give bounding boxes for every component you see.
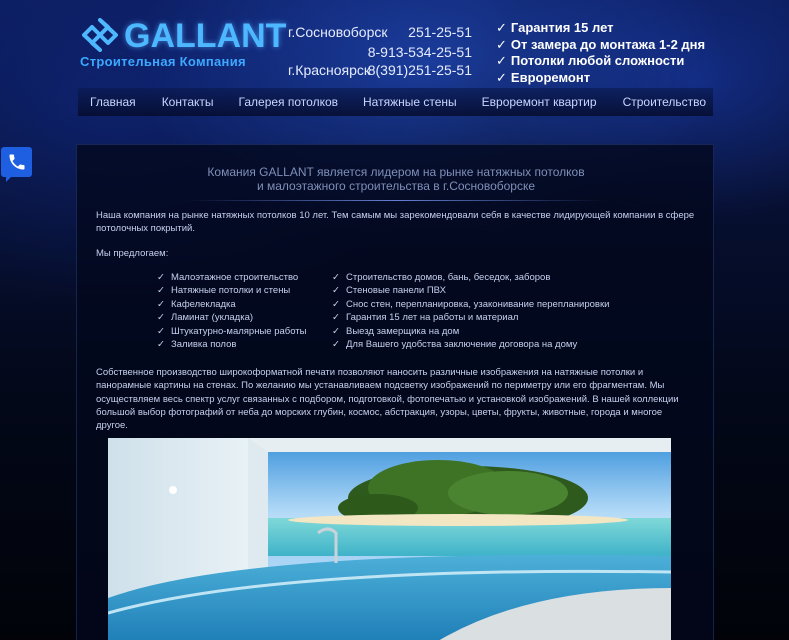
offers-list-right: ✓ Строительство домов, бань, беседок, заб… [332, 271, 609, 351]
brand-subtitle: Строительная Компания [80, 54, 246, 69]
list-item: ✓ Выезд замерщика на дом [332, 325, 460, 337]
callback-button-tail [6, 176, 12, 182]
check-icon: ✓ [157, 312, 165, 324]
city-sosnovoborsk: г.Сосновоборск [288, 24, 388, 40]
offers-list-left: ✓ Малоэтажное строительство ✓ Натяжные пот… [157, 271, 306, 351]
check-icon: ✓ [157, 325, 165, 337]
check-icon: ✓ [332, 285, 340, 297]
nav-ceiling-gallery[interactable]: Галерея потолков [239, 88, 338, 116]
title-divider [187, 200, 605, 201]
check-icon: ✓ [496, 20, 507, 35]
pool-photo [108, 438, 671, 640]
main-content: Комания GALLANT является лидером на рынк… [76, 144, 714, 640]
intro-paragraph: Наша компания на рынке натяжных потолков… [96, 210, 695, 234]
site-header: GALLANT Строительная Компания г.Сосновоб… [0, 0, 789, 88]
list-item: ✓ Строительство домов, бань, беседок, заб… [332, 272, 551, 283]
brand-name: GALLANT [124, 17, 287, 55]
check-icon: ✓ [332, 298, 340, 310]
check-icon: ✓ [157, 285, 165, 297]
list-item: ✓ Ламинат (укладка) [157, 312, 254, 324]
nav-renovation[interactable]: Евроремонт квартир [482, 88, 597, 116]
check-icon: ✓ [332, 325, 340, 337]
gallant-logo-icon [82, 18, 118, 52]
feature-item: ✓ Потолки любой сложности [496, 53, 685, 68]
printing-paragraph: Собственное производство широкоформатной… [96, 367, 679, 432]
logo[interactable]: GALLANT Строительная Компания [80, 16, 286, 72]
nav-contacts[interactable]: Контакты [162, 88, 214, 116]
check-icon: ✓ [332, 272, 340, 283]
check-icon: ✓ [332, 312, 340, 324]
check-icon: ✓ [496, 36, 507, 52]
check-icon: ✓ [496, 53, 507, 68]
list-item: ✓ Заливка полов [157, 338, 237, 350]
check-icon: ✓ [157, 338, 165, 350]
phone-icon [9, 154, 24, 170]
city-krasnoyarsk: г.Красноярск [288, 62, 371, 78]
list-item: ✓ Для Вашего удобства заключение договора… [332, 338, 578, 350]
check-icon: ✓ [157, 298, 165, 310]
phone-krasnoyarsk[interactable]: 8(391)251-25-51 [368, 62, 472, 78]
pool-illustration [108, 438, 671, 640]
phone-mobile[interactable]: 8-913-534-25-51 [368, 44, 472, 60]
nav-stretch-walls[interactable]: Натяжные стены [363, 88, 457, 116]
list-item: ✓ Снос стен, перепланировка, узаконивание… [332, 298, 610, 310]
check-icon: ✓ [496, 69, 507, 85]
page-title: Комания GALLANT является лидером на рынк… [207, 165, 585, 193]
feature-item: ✓ Евроремонт [496, 69, 591, 85]
feature-item: ✓ От замера до монтажа 1-2 дня [496, 36, 706, 52]
feature-item: ✓ Гарантия 15 лет [496, 20, 614, 35]
nav-home[interactable]: Главная [90, 88, 136, 116]
main-nav: Главная Контакты Галерея потолков Натяжн… [78, 88, 713, 116]
phone-local[interactable]: 251-25-51 [408, 24, 472, 40]
features-list: ✓ Гарантия 15 лет ✓ От замера до монтажа 1… [496, 20, 776, 86]
contacts-block: г.Сосновоборск 251-25-51 8-913-534-25-51… [288, 24, 478, 80]
list-item: ✓ Натяжные потолки и стены [157, 285, 291, 297]
list-item: ✓ Кафелекладка [157, 298, 236, 310]
list-item: ✓ Штукатурно-малярные работы [157, 325, 307, 337]
list-item: ✓ Стеновые панели ПВХ [332, 285, 446, 297]
check-icon: ✓ [157, 272, 165, 283]
offer-heading: Мы предлогаем: [96, 248, 169, 259]
list-item: ✓ Малоэтажное строительство [157, 272, 299, 283]
nav-construction[interactable]: Строительство [623, 88, 707, 116]
list-item: ✓ Гарантия 15 лет на работы и материал [332, 312, 519, 324]
callback-button[interactable] [1, 147, 32, 177]
check-icon: ✓ [332, 338, 340, 350]
